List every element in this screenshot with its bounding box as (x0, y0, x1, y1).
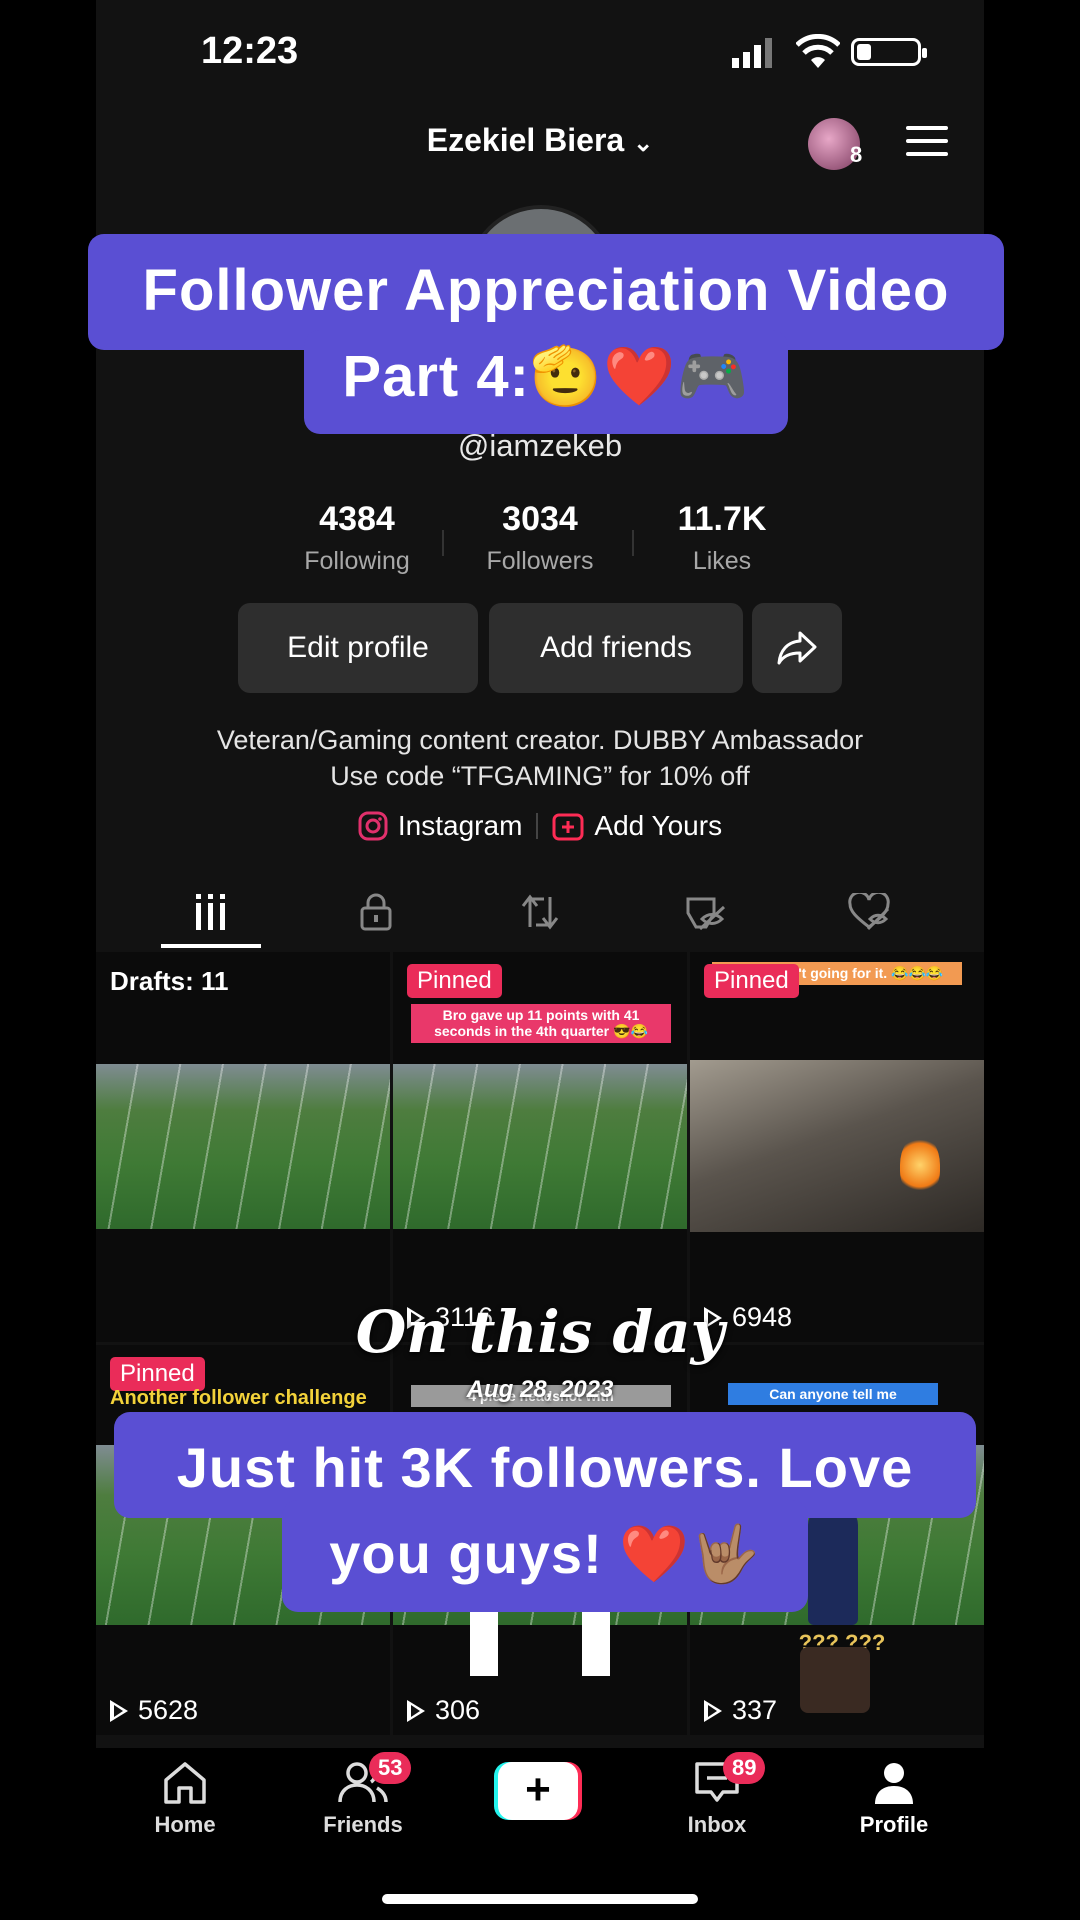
creator-inset (800, 1647, 870, 1713)
stat-divider (632, 530, 634, 556)
pause-icon[interactable] (582, 1612, 610, 1676)
profile-links: Instagram Add Yours (96, 806, 984, 846)
add-yours-label: Add Yours (594, 810, 723, 841)
nav-home[interactable]: Home (125, 1760, 245, 1838)
notification-count: 8 (850, 142, 863, 167)
stat-value: 3034 (502, 500, 578, 538)
play-icon (407, 1699, 425, 1722)
create-button[interactable]: + (494, 1762, 582, 1820)
profile-icon (875, 1763, 913, 1804)
nav-profile[interactable]: Profile (834, 1760, 954, 1838)
status-time: 12:23 (201, 30, 299, 72)
profile-stats: 4384 Following 3034 Followers 11.7K Like… (282, 500, 802, 580)
status-bar: 12:23 (96, 0, 984, 110)
pinned-badge: Pinned (407, 964, 502, 998)
battery-icon (851, 38, 927, 66)
nav-label: Home (154, 1812, 216, 1837)
video-thumbnail (393, 1064, 687, 1229)
pause-icon[interactable] (470, 1612, 498, 1676)
repost-icon (521, 894, 559, 930)
tab-private[interactable] (351, 888, 401, 936)
video-caption: Bro gave up 11 points with 41 seconds in… (411, 1004, 671, 1043)
overlay-caption-line: Part 4:🫡❤️🎮 (342, 344, 750, 409)
instagram-icon (358, 811, 388, 841)
signal-icon (732, 38, 772, 68)
play-icon (704, 1699, 722, 1722)
stat-value: 11.7K (677, 500, 767, 538)
username-label: Ezekiel Biera (426, 122, 625, 158)
video-tile-drafts[interactable]: Drafts: 11 (96, 952, 390, 1342)
home-indicator (382, 1894, 698, 1904)
pinned-badge: Pinned (704, 964, 799, 998)
profile-bio: Veteran/Gaming content creator. DUBBY Am… (96, 722, 984, 794)
view-count-value: 306 (435, 1695, 481, 1725)
link-divider (536, 813, 539, 839)
eye-off-icon (686, 897, 726, 931)
stat-label: Followers (486, 547, 594, 575)
add-friends-button[interactable]: Add friends (489, 603, 743, 693)
tab-indicator (161, 944, 261, 948)
nav-friends[interactable]: Friends 53 (303, 1752, 423, 1838)
stat-label: Following (304, 547, 410, 575)
stat-divider (442, 530, 444, 556)
overlay-caption-line: Just hit 3K followers. Love (176, 1436, 914, 1499)
share-icon (777, 631, 817, 665)
tab-reposts[interactable] (515, 888, 565, 936)
view-count: 5628 (110, 1695, 198, 1726)
drafts-label: Drafts: 11 (110, 966, 229, 996)
inbox-badge: 89 (723, 1752, 766, 1784)
home-icon (164, 1762, 206, 1804)
video-tile[interactable]: hate wasn't going for it. 😂😂😂 Pinned 694… (690, 952, 984, 1342)
share-profile-button[interactable] (752, 603, 842, 693)
video-thumbnail (690, 1060, 984, 1232)
stat-following[interactable]: 4384 Following (282, 500, 432, 576)
view-count-value: 5628 (138, 1695, 199, 1725)
view-count: 306 (407, 1695, 480, 1726)
videos-grid-icon (196, 894, 225, 930)
overlay-caption-top: Follower Appreciation Video Part 4:🫡❤️🎮 (88, 248, 1004, 420)
overlay-caption-bottom: Just hit 3K followers. Love you guys! ❤️… (114, 1425, 976, 1597)
heart-off-icon (848, 893, 890, 931)
plus-icon: + (498, 1762, 578, 1820)
nav-label: Friends (323, 1812, 403, 1837)
nav-label: Inbox (687, 1812, 747, 1837)
profile-handle: @iamzekeb (457, 428, 623, 463)
tab-liked[interactable] (844, 888, 894, 936)
profile-tabs (96, 880, 984, 950)
add-yours-link[interactable]: Add Yours (552, 810, 722, 842)
bio-line: Veteran/Gaming content creator. DUBBY Am… (216, 725, 864, 755)
profile-header: Ezekiel Biera ⌄ 8 (96, 110, 984, 180)
video-tile[interactable]: Pinned Bro gave up 11 points with 41 sec… (393, 952, 687, 1342)
view-count: 337 (704, 1695, 777, 1726)
instagram-label: Instagram (397, 810, 523, 841)
menu-icon[interactable] (906, 126, 948, 160)
nav-label: Profile (859, 1812, 929, 1837)
nav-inbox[interactable]: Inbox 89 (657, 1752, 777, 1838)
lock-icon (360, 893, 392, 931)
friends-badge: 53 (369, 1752, 412, 1784)
instagram-link[interactable]: Instagram (358, 810, 523, 842)
memory-title: On this day (355, 1298, 725, 1366)
tiktok-profile-screen: 12:23 Ezekiel Biera ⌄ 8 Follower Appreci… (88, 0, 1004, 1920)
video-thumbnail (96, 1064, 390, 1229)
stat-value: 4384 (319, 500, 395, 538)
stat-label: Likes (692, 547, 752, 575)
play-icon (110, 1699, 128, 1722)
view-count-value: 337 (732, 1695, 778, 1725)
edit-profile-button[interactable]: Edit profile (238, 603, 478, 693)
overlay-caption-line: you guys! ❤️🤟🏽 (329, 1522, 761, 1585)
chevron-down-icon: ⌄ (633, 130, 654, 157)
stat-followers[interactable]: 3034 Followers (465, 500, 615, 576)
memory-date: Aug 28, 2023 (466, 1376, 614, 1403)
tab-favorites[interactable] (680, 888, 730, 936)
add-yours-icon (552, 813, 584, 841)
tab-videos[interactable] (186, 888, 236, 936)
wifi-icon (796, 34, 840, 68)
overlay-caption-line: Follower Appreciation Video (142, 258, 950, 323)
bio-line: Use code “TFGAMING” for 10% off (330, 761, 750, 791)
stat-likes[interactable]: 11.7K Likes (647, 500, 797, 576)
